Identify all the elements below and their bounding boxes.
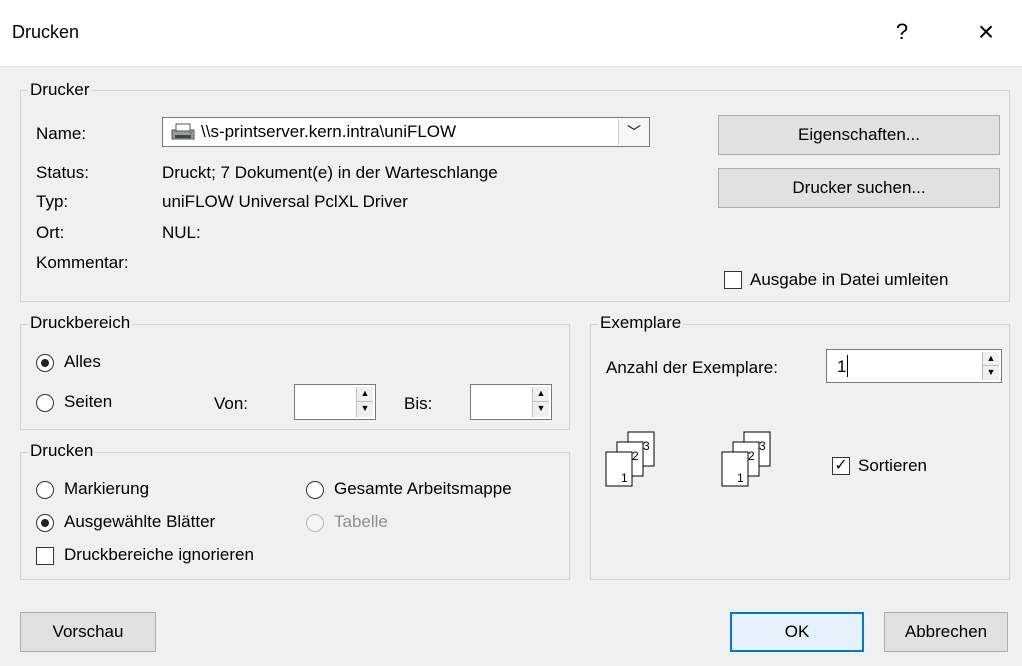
spin-down-icon[interactable]: ▼ [533,402,549,417]
copies-spin-buttons[interactable]: ▲ ▼ [982,352,999,380]
from-label: Von: [214,394,249,413]
status-label: Status: [36,163,89,182]
range-pages-label: Seiten [64,392,113,411]
chevron-down-icon[interactable]: ﹀ [618,118,649,146]
svg-text:1: 1 [737,471,744,485]
printer-name-value: \\s-printserver.kern.intra\uniFLOW [201,122,457,141]
active-sheets-radio[interactable] [36,514,54,532]
spin-up-icon[interactable]: ▲ [533,387,549,402]
spin-up-icon[interactable]: ▲ [357,387,373,402]
ignore-print-areas-label: Druckbereiche ignorieren [64,545,254,564]
range-pages-radio[interactable] [36,394,54,412]
print-to-file-checkbox[interactable] [724,271,742,289]
close-button[interactable]: × [968,14,1004,50]
svg-text:1: 1 [621,471,628,485]
copies-count-value[interactable]: 1 [837,357,846,377]
table-label: Tabelle [334,512,388,531]
type-label: Typ: [36,192,69,211]
location-value: NUL: [162,223,201,242]
spin-down-icon[interactable]: ▼ [983,366,999,380]
from-spinner[interactable]: ▲ ▼ [294,384,376,420]
window-title: Drucken [12,22,80,42]
from-spin-buttons[interactable]: ▲ ▼ [356,387,373,417]
cancel-button[interactable]: Abbrechen [884,612,1008,652]
text-cursor [847,355,848,377]
table-radio [306,514,324,532]
printer-group-legend: Drucker [28,80,92,100]
entire-workbook-label: Gesamte Arbeitsmappe [334,479,512,498]
to-spinner[interactable]: ▲ ▼ [470,384,552,420]
printer-name-label: Name: [36,124,87,143]
type-value: uniFLOW Universal PclXL Driver [162,192,408,211]
svg-text:3: 3 [643,439,650,453]
collate-label: Sortieren [858,456,927,475]
range-all-radio[interactable] [36,354,54,372]
title-bar [0,0,1022,67]
selection-label: Markierung [64,479,150,498]
entire-workbook-radio[interactable] [306,481,324,499]
active-sheets-label: Ausgewählte Blätter [64,512,216,531]
ignore-print-areas-checkbox[interactable] [36,547,54,565]
copies-count-spinner[interactable]: 1 ▲ ▼ [826,349,1002,383]
find-printer-button[interactable]: Drucker suchen... [718,168,1000,208]
svg-text:2: 2 [748,449,755,463]
selection-radio[interactable] [36,481,54,499]
preview-button[interactable]: Vorschau [20,612,156,652]
printer-icon [169,121,197,148]
copies-legend: Exemplare [598,313,684,333]
help-button[interactable]: ? [884,14,920,50]
collate-checkbox[interactable]: ✓ [832,457,850,475]
properties-button[interactable]: Eigenschaften... [718,115,1000,155]
comment-label: Kommentar: [36,253,129,272]
to-label: Bis: [404,394,433,413]
range-all-label: Alles [64,352,101,371]
svg-text:3: 3 [759,439,766,453]
printer-name-select[interactable]: \\s-printserver.kern.intra\uniFLOW ﹀ [162,117,650,147]
svg-text:2: 2 [632,449,639,463]
status-value: Druckt; 7 Dokument(e) in der Warteschlan… [162,163,498,182]
spin-up-icon[interactable]: ▲ [983,352,999,366]
ok-button[interactable]: OK [730,612,864,652]
print-to-file-label: Ausgabe in Datei umleiten [750,270,949,289]
to-spin-buttons[interactable]: ▲ ▼ [532,387,549,417]
check-icon: ✓ [834,457,848,474]
print-range-legend: Druckbereich [28,313,133,333]
collate-stack-icon: 3 2 1 [720,430,780,488]
print-what-legend: Drucken [28,441,96,461]
location-label: Ort: [36,223,65,242]
collate-stack-icon: 3 2 1 [604,430,664,488]
spin-down-icon[interactable]: ▼ [357,402,373,417]
copies-count-label: Anzahl der Exemplare: [606,358,778,377]
